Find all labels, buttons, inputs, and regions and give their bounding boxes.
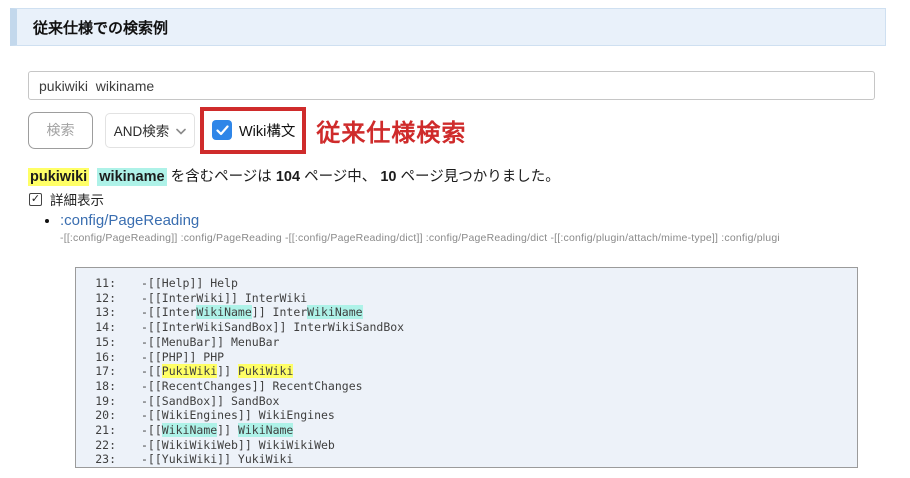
text-segment: ]] Inter [252, 305, 307, 319]
code-line: 13:-[[InterWikiName]] InterWikiName [76, 305, 857, 320]
line-number: 17: [76, 364, 116, 379]
text-segment: -[[ [141, 423, 162, 437]
pukiwiki-search-page: 従来仕様での検索例 検索 AND検索 Wiki構文 従来仕様検索 pukiwik… [0, 0, 910, 478]
search-mode-select[interactable]: AND検索 [105, 113, 195, 148]
line-content: -[[InterWiki]] InterWiki [141, 291, 307, 306]
detail-display-row: ✓ 詳細表示 [29, 189, 104, 209]
line-number: 22: [76, 438, 116, 453]
text-segment: -[[InterWikiSandBox]] InterWikiSandBox [141, 320, 404, 334]
text-segment: -[[PHP]] PHP [141, 350, 224, 364]
text-segment: -[[YukiWiki]] YukiWiki [141, 452, 293, 466]
code-line: 18: -[[RecentChanges]] RecentChanges [76, 379, 857, 394]
text-segment: -[[Help]] Help [141, 276, 238, 290]
line-content: -[[WikiEngines]] WikiEngines [141, 408, 335, 423]
line-content: -[[PHP]] PHP [141, 350, 224, 365]
line-content: -[[MenuBar]] MenuBar [141, 335, 279, 350]
line-content: -[[PukiWiki]] PukiWiki [141, 364, 293, 379]
text-segment: -[[RecentChanges]] RecentChanges [141, 379, 363, 393]
section-header: 従来仕様での検索例 [10, 8, 886, 46]
line-number: 14: [76, 320, 116, 335]
code-block: 11: -[[Help]] Help 12: -[[InterWiki]] Inter… [75, 267, 858, 468]
highlighted-text: pukiwiki [28, 168, 89, 186]
search-controls: 検索 AND検索 Wiki構文 従来仕様検索 [28, 105, 466, 155]
line-content: -[[SandBox]] SandBox [141, 394, 279, 409]
line-number: 11: [76, 276, 116, 291]
code-line: 15: -[[MenuBar]] MenuBar [76, 335, 857, 350]
highlighted-text: WikiName [162, 423, 217, 437]
text-segment: 10 [380, 169, 396, 185]
chevron-down-icon [176, 128, 186, 135]
search-button[interactable]: 検索 [28, 112, 93, 149]
code-line: 16: -[[PHP]] PHP [76, 350, 857, 365]
result-page-link[interactable]: :config/PageReading [60, 212, 199, 229]
line-number: 20: [76, 408, 116, 423]
line-number: 18: [76, 379, 116, 394]
checkmark-icon [216, 125, 229, 136]
line-number: 21: [76, 423, 116, 438]
highlighted-text: PukiWiki [162, 364, 217, 378]
line-content: -[[WikiName]] WikiName [141, 423, 293, 438]
search-mode-value: AND検索 [114, 120, 170, 140]
wiki-syntax-checkbox[interactable] [212, 120, 232, 140]
code-line: 12: -[[InterWiki]] InterWiki [76, 291, 857, 306]
line-content: -[[InterWikiName]] InterWikiName [141, 305, 363, 320]
code-line: 14: -[[InterWikiSandBox]] InterWikiSandBo… [76, 320, 857, 335]
highlighted-text: WikiName [238, 423, 293, 437]
line-number: 12: [76, 291, 116, 306]
annotation-red-box: Wiki構文 [200, 107, 306, 154]
result-snippet: -[[:config/PageReading]] :config/PageRea… [60, 232, 892, 244]
code-line: 19: -[[SandBox]] SandBox [76, 394, 857, 409]
page-title: 従来仕様での検索例 [33, 17, 168, 38]
line-number: 19: [76, 394, 116, 409]
line-number: 15: [76, 335, 116, 350]
result-list-item: :config/PageReading -[[:config/PageReadi… [60, 212, 910, 244]
line-content: -[[Help]] Help [141, 276, 238, 291]
highlighted-text: WikiName [196, 305, 251, 319]
text-segment: -[[WikiWikiWeb]] WikiWikiWeb [141, 438, 335, 452]
search-input[interactable] [28, 71, 875, 100]
code-line: 23: -[[YukiWiki]] YukiWiki [76, 452, 857, 467]
text-segment: -[[InterWiki]] InterWiki [141, 291, 307, 305]
text-segment: ページ見つかりました。 [396, 169, 559, 185]
text-segment: -[[SandBox]] SandBox [141, 394, 279, 408]
code-line: 21:-[[WikiName]] WikiName [76, 423, 857, 438]
code-line: 22: -[[WikiWikiWeb]] WikiWikiWeb [76, 438, 857, 453]
text-segment: -[[Inter [141, 305, 196, 319]
wiki-syntax-label: Wiki構文 [239, 120, 295, 141]
line-content: -[[YukiWiki]] YukiWiki [141, 452, 293, 467]
text-segment: -[[ [141, 364, 162, 378]
detail-display-label: 詳細表示 [50, 189, 104, 209]
highlighted-text: wikiname [97, 168, 166, 186]
highlighted-text: WikiName [307, 305, 362, 319]
result-list: :config/PageReading -[[:config/PageReadi… [44, 212, 910, 244]
text-segment: 104 [276, 169, 300, 185]
search-summary: pukiwiki wikiname を含むページは 104 ページ中、 10 ペ… [28, 165, 560, 186]
highlighted-text: PukiWiki [238, 364, 293, 378]
code-line: 17:-[[PukiWiki]] PukiWiki [76, 364, 857, 379]
text-segment: -[[WikiEngines]] WikiEngines [141, 408, 335, 422]
detail-display-checkbox[interactable]: ✓ [29, 193, 42, 206]
line-content: -[[InterWikiSandBox]] InterWikiSandBox [141, 320, 404, 335]
line-number: 16: [76, 350, 116, 365]
annotation-text: 従来仕様検索 [316, 113, 466, 148]
line-content: -[[WikiWikiWeb]] WikiWikiWeb [141, 438, 335, 453]
line-number: 23: [76, 452, 116, 467]
text-segment: を含むページは [167, 169, 276, 185]
code-line: 20: -[[WikiEngines]] WikiEngines [76, 408, 857, 423]
code-line: 11: -[[Help]] Help [76, 276, 857, 291]
text-segment: -[[MenuBar]] MenuBar [141, 335, 279, 349]
text-segment: ]] [217, 423, 238, 437]
line-content: -[[RecentChanges]] RecentChanges [141, 379, 363, 394]
text-segment: ページ中、 [300, 169, 380, 185]
line-number: 13: [76, 305, 116, 320]
text-segment: ]] [217, 364, 238, 378]
